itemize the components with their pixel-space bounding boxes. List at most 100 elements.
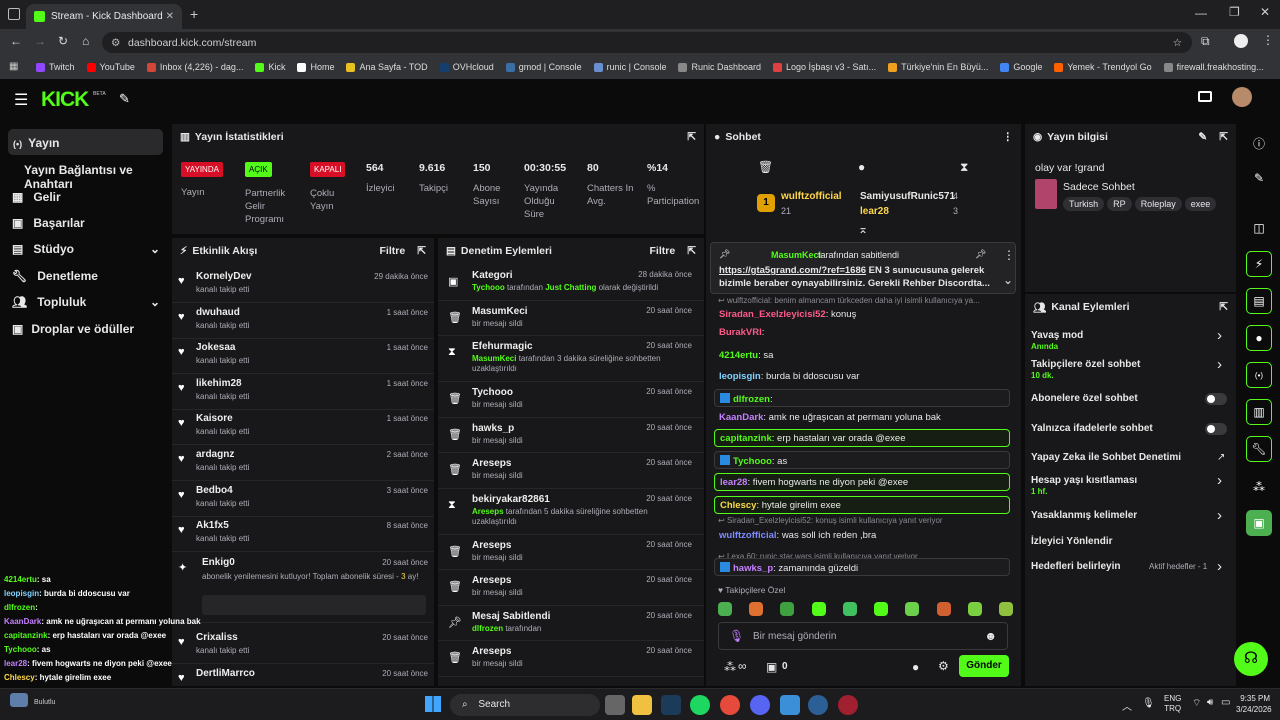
tab-search-icon[interactable]: [8, 8, 20, 20]
emote-icon[interactable]: [780, 602, 795, 616]
moderation-title[interactable]: Areseps: [472, 646, 511, 657]
chat-reply-context[interactable]: ↩ Siradan_Exelzleyicisi52: konuş isimli …: [718, 516, 1008, 525]
moderation-title[interactable]: Mesaj Sabitlendi: [472, 611, 550, 622]
activity-user[interactable]: Crixaliss: [196, 632, 238, 643]
moderation-title[interactable]: hawks_p: [472, 423, 514, 434]
bookmark-item[interactable]: firewall.freakhosting...: [1163, 62, 1264, 72]
activity-item[interactable]: ♥ dwuhaud kanalı takip etti 1 saat önce: [172, 303, 434, 339]
channel-action-item[interactable]: Hesap yaşı kısıtlaması 1 hf. ›: [1031, 473, 1229, 499]
moderation-title[interactable]: Tychooo: [472, 387, 513, 398]
kick-logo[interactable]: KICK: [41, 88, 89, 112]
popout-icon[interactable]: ⇱: [417, 245, 426, 257]
new-tab-icon[interactable]: +: [190, 6, 198, 22]
activity-item[interactable]: ♥ likehim28 kanalı takip etti 1 saat önce: [172, 374, 434, 410]
emote-icon[interactable]: [998, 602, 1013, 616]
activity-user[interactable]: dwuhaud: [196, 307, 240, 318]
bookmark-item[interactable]: Kick: [255, 62, 285, 72]
activity-item-sub[interactable]: ✦ Enkig0 20 saat önce abonelik yenilemesini…: [172, 553, 434, 623]
unpin-icon[interactable]: 📌︎: [975, 249, 986, 260]
emote-icon[interactable]: [936, 602, 951, 616]
activity-user[interactable]: likehim28: [196, 378, 242, 389]
minimize-icon[interactable]: —: [1195, 6, 1207, 20]
trash-icon[interactable]: 🗑︎: [758, 160, 773, 174]
bookmark-item[interactable]: Inbox (4,226) - dag...: [146, 62, 243, 72]
pinned-link[interactable]: https://gta5grand.com/?ref=1686: [719, 265, 866, 276]
activity-user[interactable]: Bedbo4: [196, 485, 233, 496]
bolt-icon[interactable]: ⚡︎: [1246, 251, 1272, 277]
menu-dots-icon[interactable]: ⋮: [1262, 33, 1274, 47]
nav-item-studyo[interactable]: ▤ Stüdyo ⌄: [12, 242, 160, 256]
activity-user[interactable]: Ak1fx5: [196, 520, 229, 531]
moderation-item[interactable]: ⧗ bekiryakar82861 20 saat önce Areseps tara…: [438, 489, 704, 535]
filter-button[interactable]: Filtre: [380, 245, 406, 257]
popout-icon[interactable]: ⇱: [1219, 301, 1228, 313]
channel-action-item[interactable]: Hedefleri belirleyin Aktif hedefler - 1 ›: [1031, 559, 1229, 585]
hamburger-menu-icon[interactable]: ☰: [14, 90, 28, 110]
activity-item[interactable]: ♥ Jokesaa kanalı takip etti 1 saat önce: [172, 338, 434, 375]
moderation-title[interactable]: Areseps: [472, 540, 511, 551]
activity-item[interactable]: ♥ ardagnz kanalı takip etti 2 saat önce: [172, 445, 434, 481]
nav-item-yayin[interactable]: (•) Yayın: [8, 129, 163, 155]
battery-icon[interactable]: ▭: [1221, 697, 1230, 708]
chat-username[interactable]: dlfrozen: [733, 394, 770, 405]
pencil-icon[interactable]: ✎: [1246, 165, 1272, 191]
site-info-icon[interactable]: ⚙: [111, 37, 120, 49]
toggle-switch[interactable]: [1205, 423, 1227, 435]
moderation-target[interactable]: Just Chatting: [545, 283, 596, 292]
activity-item[interactable]: ♥ Crixaliss kanalı takip etti 20 saat önce: [172, 628, 434, 664]
activity-user[interactable]: Kaisore: [196, 413, 233, 424]
tag[interactable]: Roleplay: [1134, 197, 1182, 211]
bookmark-item[interactable]: Logo İşbaşı v3 - Satı...: [773, 62, 876, 72]
moderation-item[interactable]: 🗑︎ Areseps 20 saat önce bir mesajı sildi: [438, 535, 704, 570]
chat-username[interactable]: Siradan_Exelzleyicisi52: [719, 309, 826, 320]
tray-chevron-icon[interactable]: ︿: [1122, 698, 1132, 713]
channel-action-item[interactable]: Yalnızca ifadelerle sohbet: [1031, 423, 1229, 447]
tag[interactable]: RP: [1107, 197, 1132, 211]
extensions-icon[interactable]: ⧉: [1201, 34, 1210, 49]
activity-item[interactable]: ♥ Ak1fx5 kanalı takip etti 8 saat önce: [172, 516, 434, 553]
mic-tray-icon[interactable]: 🎙︎: [1142, 698, 1155, 709]
moderation-item[interactable]: 🗑︎ Areseps 20 saat önce bir mesajı sildi: [438, 570, 704, 606]
tag[interactable]: Turkish: [1063, 197, 1105, 211]
camera-icon[interactable]: ◫: [1246, 215, 1272, 241]
edit-icon[interactable]: ✎: [1198, 131, 1207, 143]
chat-message[interactable]: 4214ertu: sa: [714, 347, 1010, 365]
chat-message[interactable]: BurakVRI:: [714, 324, 1010, 342]
lang-indicator[interactable]: ENG TRQ: [1164, 694, 1181, 714]
emote-icon[interactable]: [749, 602, 764, 616]
moderation-item[interactable]: 🗑︎ MasumKeci 20 saat önce bir mesajı sildi: [438, 301, 704, 336]
moderation-item[interactable]: 🗑︎ Areseps 20 saat önce bir mesajı sildi: [438, 641, 704, 677]
bookmark-item[interactable]: Yemek - Trendyol Go: [1054, 62, 1152, 72]
users-icon[interactable]: ⁂: [1246, 474, 1272, 500]
activity-item[interactable]: ♥ Bedbo4 kanalı takip etti 3 saat önce: [172, 481, 434, 517]
back-icon[interactable]: ←: [10, 34, 22, 48]
moderation-actor[interactable]: Areseps: [472, 507, 504, 516]
moderation-item[interactable]: 📌︎ Mesaj Sabitlendi 20 saat önce dlfrozen t…: [438, 606, 704, 641]
moderation-item[interactable]: 🗑︎ hawks_p 20 saat önce bir mesajı sildi: [438, 418, 704, 453]
broadcast-icon[interactable]: (•): [1246, 362, 1272, 388]
nav-item-gelir[interactable]: ▦ Gelir: [12, 190, 61, 204]
bookmark-item[interactable]: Twitch: [36, 62, 75, 72]
chat-message[interactable]: Siradan_Exelzleyicisi52: konuş: [714, 306, 1010, 324]
maximize-icon[interactable]: ❐: [1229, 5, 1240, 19]
filter-button[interactable]: Filtre: [650, 245, 676, 257]
bookmark-item[interactable]: gmod | Console: [505, 62, 582, 72]
moderation-item[interactable]: ⧗ Efehurmagic 20 saat önce MasumKeci tarafı…: [438, 336, 704, 382]
popout-icon[interactable]: ⇱: [687, 131, 696, 143]
webcam-icon[interactable]: [1198, 91, 1212, 102]
gear-icon[interactable]: ⚙: [938, 659, 949, 673]
chat-message[interactable]: dlfrozen:: [714, 389, 1010, 407]
channel-action-item[interactable]: Takipçilere özel sohbet 10 dk. ›: [1031, 357, 1229, 383]
chat-message[interactable]: leopisgin: burda bi ddoscusu var: [714, 368, 1010, 386]
bookmark-item[interactable]: YouTube: [86, 62, 135, 72]
category-name[interactable]: Sadece Sohbet: [1063, 181, 1135, 193]
chat-username[interactable]: hawks_p: [733, 563, 773, 574]
document-icon[interactable]: ▤: [1246, 288, 1272, 314]
steam-icon[interactable]: [661, 695, 681, 715]
wrench-icon[interactable]: 🔧︎: [1246, 436, 1272, 462]
moderation-title[interactable]: bekiryakar82861: [472, 494, 550, 505]
bookmark-item[interactable]: OVHcloud: [439, 62, 494, 72]
chat-message[interactable]: capitanzink: erp hastaları var orada @ex…: [714, 429, 1010, 447]
toggle-switch[interactable]: [1205, 393, 1227, 405]
taskbar-search[interactable]: ⌕ Search: [450, 694, 600, 716]
